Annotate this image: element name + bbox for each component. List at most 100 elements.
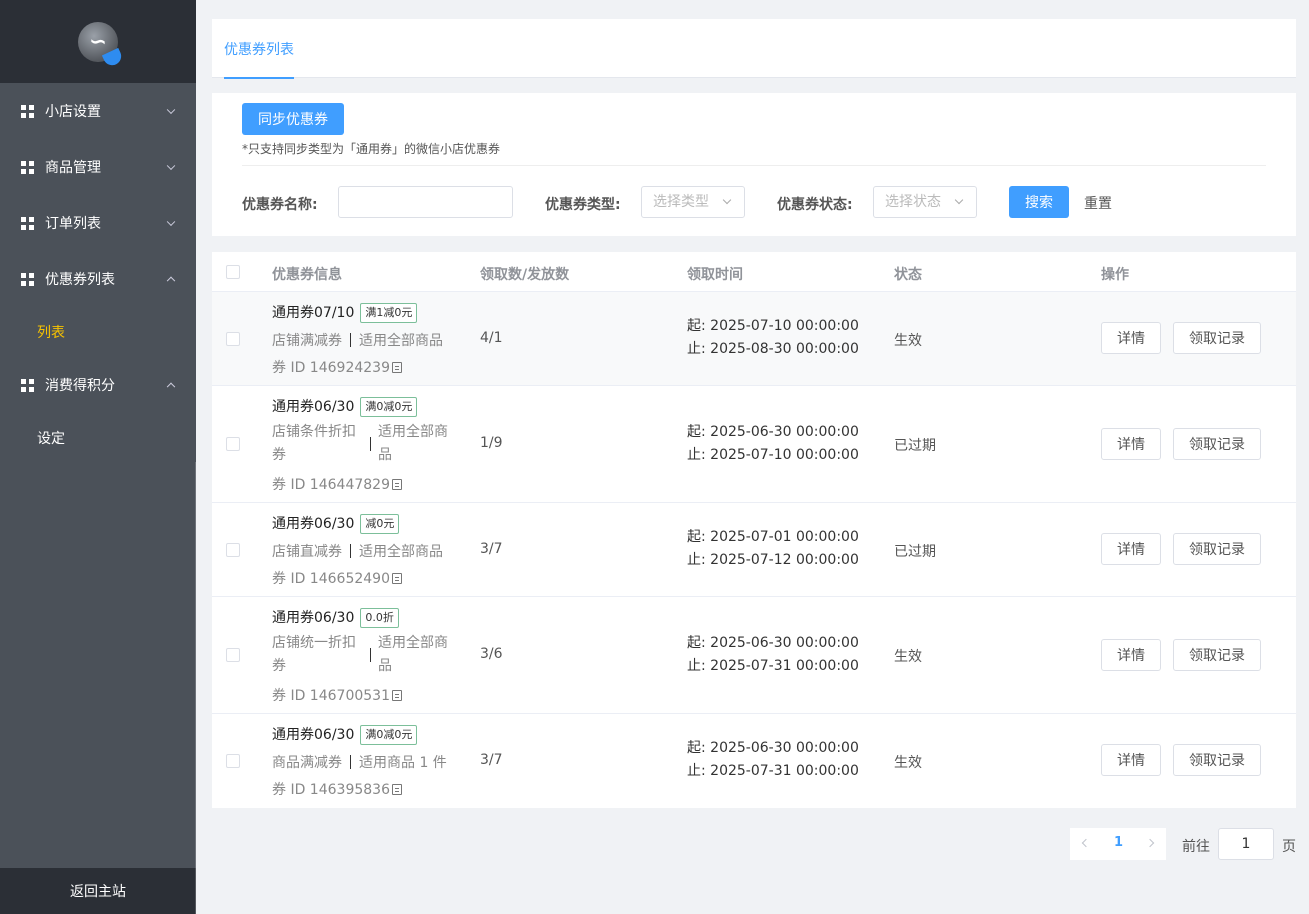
coupon-type: 店铺直减券 适用全部商品 [272, 544, 443, 560]
status-text: 生效 [894, 649, 922, 665]
chevron-down-icon [166, 217, 176, 227]
menu-item-product-management[interactable]: 商品管理 [0, 139, 196, 195]
coupon-type: 店铺满减券 适用全部商品 [272, 333, 443, 349]
copy-icon[interactable] [391, 573, 402, 584]
select-placeholder: 选择类型 [653, 194, 709, 210]
coupon-rule-tag: 满0减0元 [360, 397, 418, 417]
detail-button[interactable]: 详情 [1101, 533, 1161, 565]
reset-button[interactable]: 重置 [1084, 193, 1112, 213]
select-placeholder: 选择状态 [885, 194, 941, 210]
claim-count: 1/9 [480, 435, 503, 451]
coupon-type: 店铺条件折扣券 [272, 424, 356, 463]
claim-records-button[interactable]: 领取记录 [1173, 533, 1261, 565]
row-checkbox[interactable] [226, 648, 240, 662]
status-text: 已过期 [894, 438, 936, 454]
coupon-status-label: 优惠券状态: [777, 197, 853, 213]
divider [242, 165, 1266, 166]
row-checkbox[interactable] [226, 437, 240, 451]
claim-records-button[interactable]: 领取记录 [1173, 639, 1261, 671]
separator [370, 437, 371, 451]
claim-records-button[interactable]: 领取记录 [1173, 322, 1261, 354]
page-number-current[interactable]: 1 [1114, 835, 1123, 850]
menu-label: 商品管理 [45, 160, 101, 176]
coupon-rule-tag: 0.0折 [360, 608, 399, 628]
logo-area[interactable]: ∽ [0, 0, 196, 83]
status-text: 生效 [894, 755, 922, 771]
coupon-rule-tag: 满1减0元 [360, 303, 418, 323]
back-to-main-link[interactable]: 返回主站 [0, 868, 196, 914]
coupon-name-input[interactable] [338, 186, 513, 218]
coupon-name: 通用券07/10 满1减0元 [272, 302, 418, 323]
logo-icon: ∽ [78, 21, 118, 62]
chevron-down-icon [166, 161, 176, 171]
menu-item-coupon-list[interactable]: 优惠券列表 [0, 251, 196, 307]
coupon-type-label: 优惠券类型: [545, 197, 621, 213]
detail-button[interactable]: 详情 [1101, 322, 1161, 354]
goto-label: 前往 [1182, 839, 1210, 855]
detail-button[interactable]: 详情 [1101, 744, 1161, 776]
coupon-type: 商品满减券 适用商品 1 件 [272, 755, 447, 771]
row-checkbox[interactable] [226, 754, 240, 768]
coupon-id: 券 ID 146700531 [272, 685, 402, 705]
menu-label: 优惠券列表 [45, 272, 115, 288]
claim-time: 起: 2025-06-30 00:00:00 止: 2025-07-31 00:0… [687, 635, 859, 674]
grid-icon [21, 272, 34, 286]
coupon-table: 优惠券信息 领取数/发放数 领取时间 状态 操作 通用券07/10 满1减0元 店… [212, 252, 1296, 808]
menu-label: 订单列表 [45, 216, 101, 232]
chevron-up-icon [166, 276, 176, 286]
row-checkbox[interactable] [226, 543, 240, 557]
claim-time: 起: 2025-07-01 00:00:00 止: 2025-07-12 00:0… [687, 529, 859, 568]
tab-coupon-list[interactable]: 优惠券列表 [224, 19, 294, 79]
coupon-scope: 适用全部商品 [378, 424, 448, 463]
select-all-checkbox[interactable] [226, 265, 240, 279]
copy-icon[interactable] [391, 362, 402, 373]
claim-records-button[interactable]: 领取记录 [1173, 744, 1261, 776]
chevron-down-icon [722, 195, 732, 205]
copy-icon[interactable] [391, 479, 402, 490]
menu-label: 消费得积分 [45, 378, 115, 394]
coupon-scope: 适用全部商品 [378, 635, 448, 674]
claim-time: 起: 2025-06-30 00:00:00 止: 2025-07-31 00:0… [687, 740, 859, 779]
coupon-status-select[interactable]: 选择状态 [873, 186, 977, 218]
prev-page-icon[interactable] [1081, 838, 1091, 848]
coupon-id: 券 ID 146447829 [272, 474, 402, 494]
chevron-down-icon [954, 195, 964, 205]
filter-panel: 同步优惠券 *只支持同步类型为「通用券」的微信小店优惠券 优惠券名称: 优惠券类… [212, 93, 1296, 236]
menu-item-shop-settings[interactable]: 小店设置 [0, 83, 196, 139]
table-row: 通用券06/30 满0减0元 店铺条件折扣券 适用全部商品 券 ID 146447… [212, 386, 1296, 503]
separator [370, 648, 371, 662]
tab-bar: 优惠券列表 [212, 19, 1296, 79]
claim-records-button[interactable]: 领取记录 [1173, 428, 1261, 460]
copy-icon[interactable] [391, 690, 402, 701]
sync-coupons-button[interactable]: 同步优惠券 [242, 103, 344, 135]
status-text: 已过期 [894, 544, 936, 560]
claim-time: 起: 2025-06-30 00:00:00 止: 2025-07-10 00:0… [687, 424, 859, 463]
search-button[interactable]: 搜索 [1009, 186, 1069, 218]
header-actions: 操作 [1101, 267, 1129, 283]
menu-item-points[interactable]: 消费得积分 [0, 357, 196, 413]
copy-icon[interactable] [391, 784, 402, 795]
next-page-icon[interactable] [1145, 838, 1155, 848]
coupon-type: 店铺统一折扣券 [272, 635, 356, 674]
chevron-up-icon [166, 382, 176, 392]
coupon-name: 通用券06/30 满0减0元 [272, 396, 418, 417]
submenu-item-coupon-list[interactable]: 列表 [0, 307, 196, 357]
header-claim-time: 领取时间 [687, 267, 743, 283]
goto-page-input[interactable] [1218, 828, 1274, 860]
coupon-name: 通用券06/30 减0元 [272, 513, 400, 534]
submenu-item-points-settings[interactable]: 设定 [0, 413, 196, 463]
coupon-name: 通用券06/30 0.0折 [272, 607, 399, 628]
claim-count: 3/7 [480, 541, 503, 557]
row-checkbox[interactable] [226, 332, 240, 346]
coupon-id: 券 ID 146924239 [272, 357, 402, 377]
detail-button[interactable]: 详情 [1101, 428, 1161, 460]
coupon-rule-tag: 满0减0元 [360, 725, 418, 745]
coupon-type-select[interactable]: 选择类型 [641, 186, 745, 218]
sync-note: *只支持同步类型为「通用券」的微信小店优惠券 [242, 142, 501, 156]
detail-button[interactable]: 详情 [1101, 639, 1161, 671]
grid-icon [21, 216, 34, 230]
menu-label: 小店设置 [45, 104, 101, 120]
header-status: 状态 [894, 267, 922, 283]
menu-item-order-list[interactable]: 订单列表 [0, 195, 196, 251]
grid-icon [21, 378, 34, 392]
